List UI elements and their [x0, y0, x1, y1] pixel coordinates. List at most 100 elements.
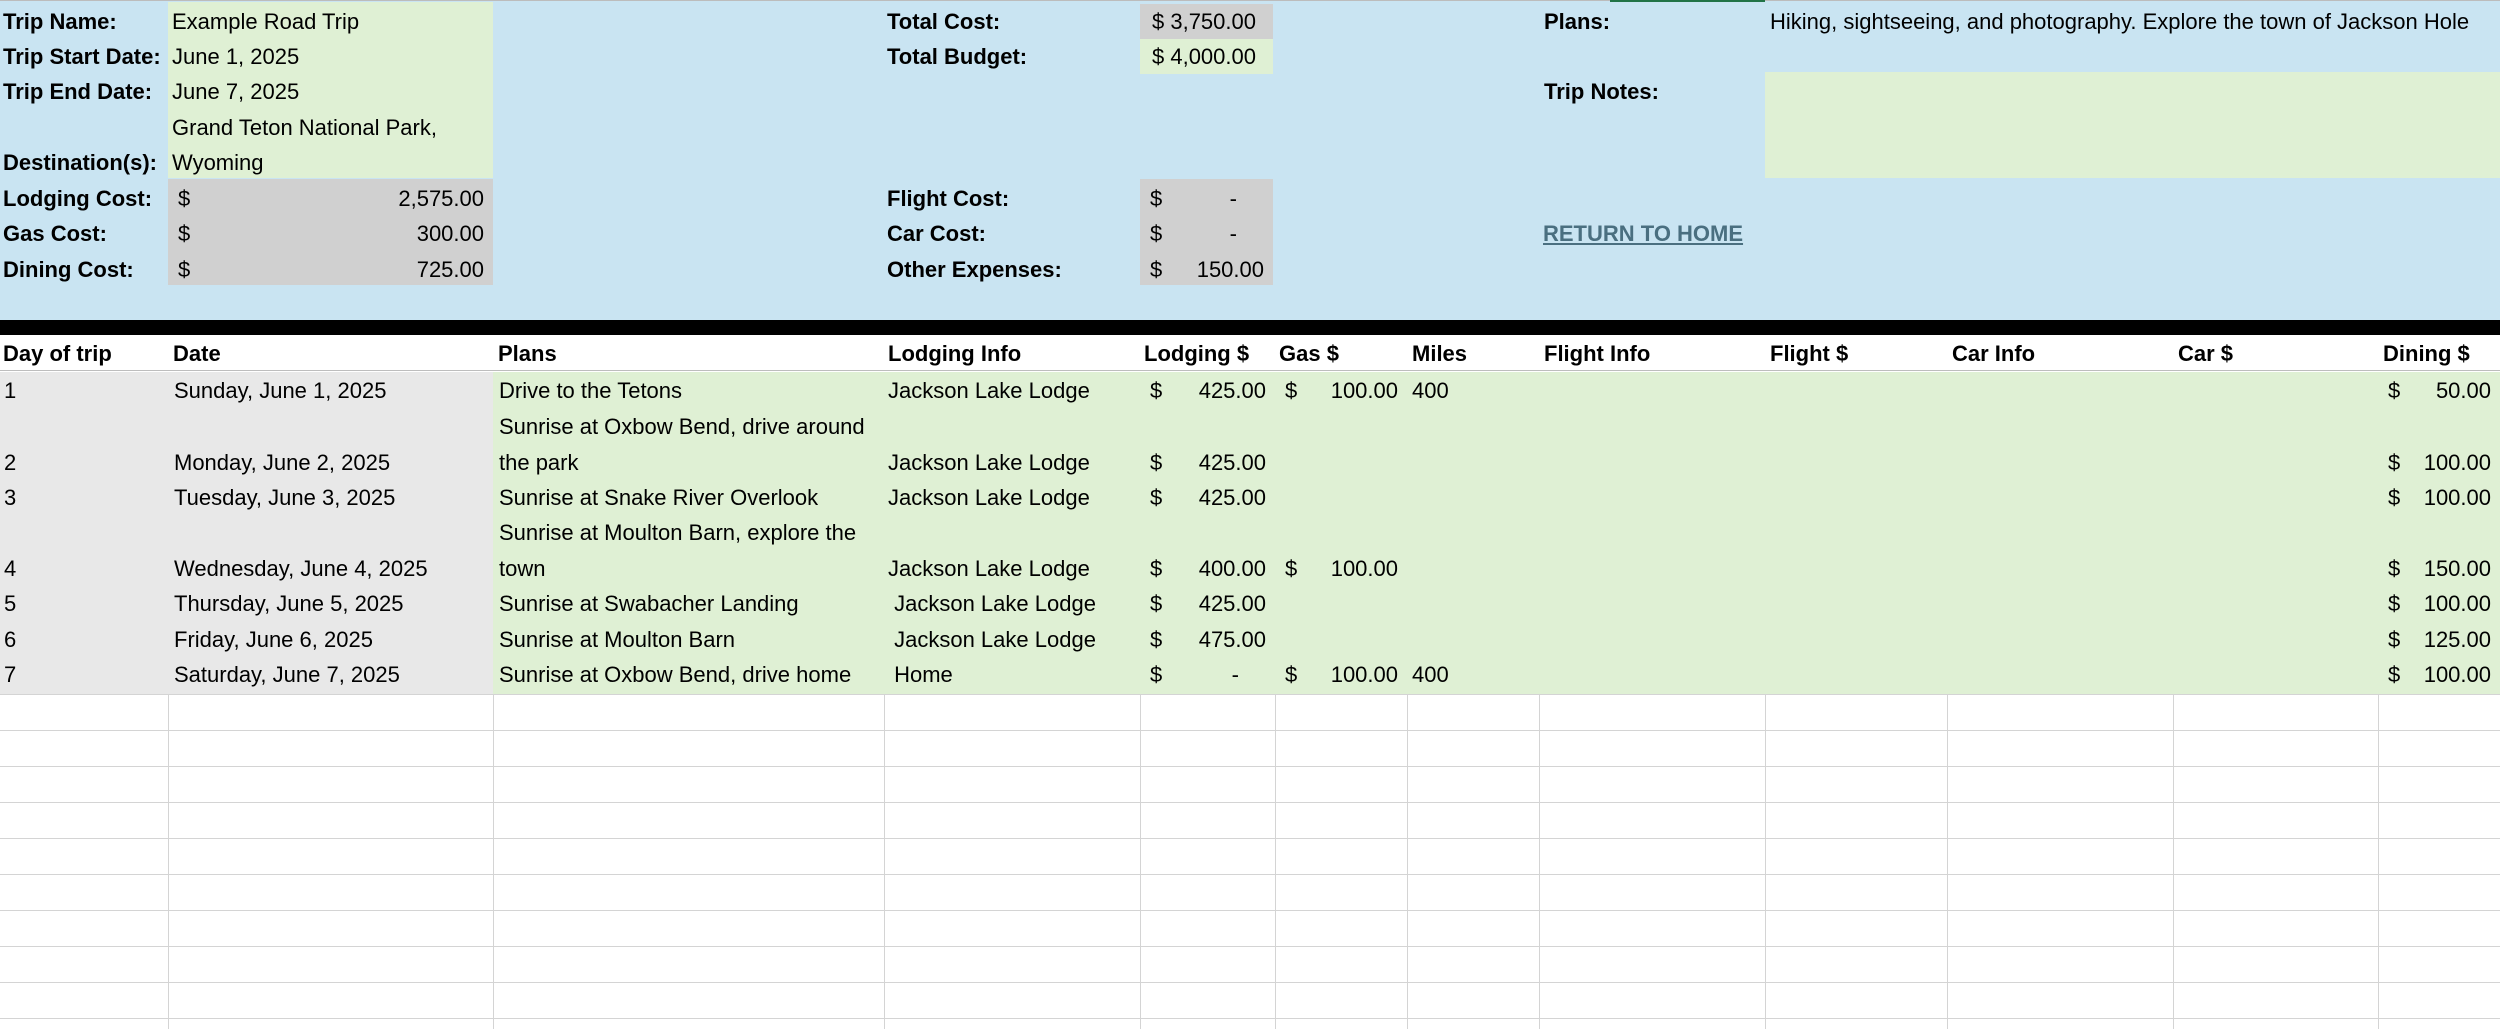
grid-column-line: [1407, 694, 1408, 1029]
trip-notes-field[interactable]: [1765, 72, 2500, 178]
trip-name-field[interactable]: Example Road Trip: [168, 4, 493, 39]
row-plans-line1[interactable]: Sunrise at Oxbow Bend, drive around: [495, 409, 885, 444]
row-day[interactable]: 6: [0, 622, 16, 657]
row-day[interactable]: 2: [0, 445, 16, 480]
row-plans[interactable]: Sunrise at Swabacher Landing: [495, 586, 885, 621]
grid-row-line: [0, 874, 2500, 875]
row-plans-line1[interactable]: Sunrise at Moulton Barn, explore the: [495, 515, 885, 550]
plans-field[interactable]: Hiking, sightseeing, and photography. Ex…: [1765, 4, 2500, 39]
header-date: Date: [173, 341, 221, 366]
currency-symbol: $: [2388, 627, 2401, 652]
row-plans[interactable]: Drive to the Tetons: [495, 373, 885, 408]
row-day[interactable]: 5: [0, 586, 16, 621]
row-lodging-cost[interactable]: $475.00: [1140, 622, 1275, 657]
currency-symbol: $: [2388, 591, 2401, 616]
row-lodging-info[interactable]: Jackson Lake Lodge: [884, 586, 1096, 621]
grid-column-line: [2173, 694, 2174, 1029]
row-plans[interactable]: Sunrise at Snake River Overlook: [495, 480, 885, 515]
row-dining-cost[interactable]: $100.00: [2378, 445, 2500, 480]
currency-symbol: $: [178, 186, 191, 211]
section-divider: [0, 320, 2500, 335]
row-date[interactable]: Tuesday, June 3, 2025: [170, 480, 395, 515]
grid-row-line: [0, 982, 2500, 983]
row-lodging-cost-amount: 425.00: [1198, 378, 1266, 403]
row-date[interactable]: Friday, June 6, 2025: [170, 622, 373, 657]
row-lodging-cost[interactable]: $400.00: [1140, 551, 1275, 586]
dining-cost-label: Dining Cost:: [3, 257, 134, 282]
grid-row-line: [0, 730, 2500, 731]
row-lodging-info[interactable]: Jackson Lake Lodge: [884, 373, 1090, 408]
row-date[interactable]: Sunday, June 1, 2025: [170, 373, 386, 408]
row-lodging-cost[interactable]: $425.00: [1140, 480, 1275, 515]
destination-field[interactable]: Grand Teton National Park, Wyoming: [168, 110, 468, 180]
row-lodging-info[interactable]: Jackson Lake Lodge: [884, 622, 1096, 657]
grid-row-line: [0, 766, 2500, 767]
currency-symbol: $: [1150, 378, 1163, 403]
row-lodging-cost-amount: -: [1231, 662, 1239, 687]
row-date[interactable]: Thursday, June 5, 2025: [170, 586, 404, 621]
row-lodging-cost[interactable]: $425.00: [1140, 373, 1275, 408]
row-lodging-info[interactable]: Jackson Lake Lodge: [884, 551, 1090, 586]
grid-column-line: [168, 694, 169, 1029]
row-dining-cost[interactable]: $50.00: [2378, 373, 2500, 408]
total-budget-field[interactable]: $ 4,000.00: [1140, 39, 1273, 74]
row-dining-cost[interactable]: $100.00: [2378, 657, 2500, 692]
start-date-field[interactable]: June 1, 2025: [168, 39, 493, 74]
currency-symbol: $: [178, 221, 191, 246]
row-lodging-cost-amount: 400.00: [1198, 556, 1266, 581]
row-lodging-cost[interactable]: $425.00: [1140, 586, 1275, 621]
dining-cost-amount: 725.00: [416, 257, 484, 282]
row-lodging-cost-amount: 425.00: [1198, 591, 1266, 616]
other-expenses-cell: $ 150.00: [1140, 252, 1273, 287]
header-miles: Miles: [1412, 341, 1468, 366]
currency-symbol: $: [1150, 221, 1163, 246]
row-gas-cost[interactable]: $100.00: [1275, 657, 1407, 692]
row-lodging-cost-amount: 425.00: [1198, 485, 1266, 510]
row-plans-line2[interactable]: the park: [495, 445, 885, 480]
grid-row-line: [0, 802, 2500, 803]
row-plans[interactable]: Sunrise at Oxbow Bend, drive home: [495, 657, 885, 692]
row-day[interactable]: 3: [0, 480, 16, 515]
row-lodging-info[interactable]: Jackson Lake Lodge: [884, 445, 1090, 480]
row-day[interactable]: 1: [0, 373, 16, 408]
row-dining-cost[interactable]: $150.00: [2378, 551, 2500, 586]
currency-symbol: $: [1285, 662, 1298, 687]
top-border: [0, 0, 2500, 1]
row-plans[interactable]: Sunrise at Moulton Barn: [495, 622, 885, 657]
row-dining-cost[interactable]: $125.00: [2378, 622, 2500, 657]
itinerary-header-row: [0, 335, 2500, 371]
currency-symbol: $: [1285, 556, 1298, 581]
row-plans-line2[interactable]: town: [495, 551, 885, 586]
row-gas-cost[interactable]: $100.00: [1275, 373, 1407, 408]
currency-symbol: $: [2388, 662, 2401, 687]
currency-symbol: $: [2388, 378, 2401, 403]
trip-notes-label: Trip Notes:: [1544, 79, 1659, 104]
other-expenses-label: Other Expenses:: [887, 257, 1062, 282]
row-lodging-info[interactable]: Home: [884, 657, 953, 692]
row-lodging-info[interactable]: Jackson Lake Lodge: [884, 480, 1090, 515]
row-dining-cost[interactable]: $100.00: [2378, 480, 2500, 515]
row-date[interactable]: Saturday, June 7, 2025: [170, 657, 400, 692]
gas-cost-amount: 300.00: [416, 221, 484, 246]
row-day[interactable]: 4: [0, 551, 16, 586]
row-date[interactable]: Wednesday, June 4, 2025: [170, 551, 428, 586]
row-dining-cost[interactable]: $100.00: [2378, 586, 2500, 621]
row-date[interactable]: Monday, June 2, 2025: [170, 445, 390, 480]
grid-row-line: [0, 1018, 2500, 1019]
end-date-field[interactable]: June 7, 2025: [168, 74, 493, 109]
flight-cost-cell: $ -: [1140, 181, 1273, 216]
dining-cost-cell: $ 725.00: [168, 252, 493, 287]
row-lodging-cost-amount: 425.00: [1198, 450, 1266, 475]
row-lodging-cost[interactable]: $ -: [1140, 657, 1275, 692]
row-gas-cost-amount: 100.00: [1330, 378, 1398, 403]
grid-column-line: [1765, 694, 1766, 1029]
row-miles[interactable]: 400: [1408, 657, 1449, 692]
row-gas-cost[interactable]: $100.00: [1275, 551, 1407, 586]
destination-label: Destination(s):: [3, 150, 157, 175]
header-lodging-cost: Lodging $: [1144, 341, 1250, 366]
lodging-cost-amount: 2,575.00: [398, 186, 484, 211]
row-lodging-cost[interactable]: $425.00: [1140, 445, 1275, 480]
row-day[interactable]: 7: [0, 657, 16, 692]
return-to-home-link[interactable]: RETURN TO HOME: [1543, 216, 1743, 251]
row-miles[interactable]: 400: [1408, 373, 1449, 408]
